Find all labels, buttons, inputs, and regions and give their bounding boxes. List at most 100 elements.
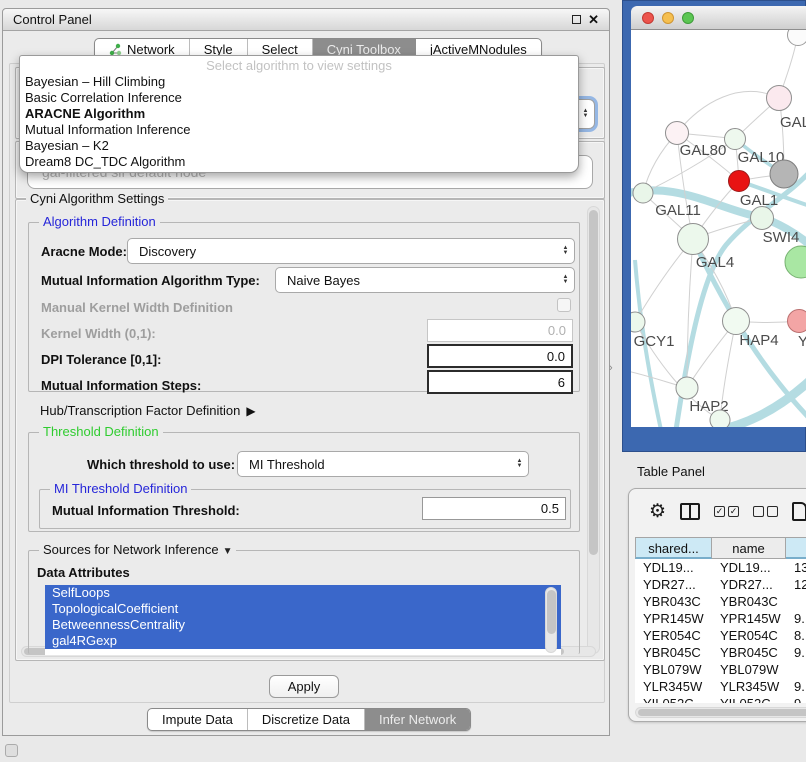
network-node[interactable]: [631, 312, 646, 333]
collapse-arrow-icon: ▼: [223, 546, 233, 557]
mi-algorithm-type-label: Mutual Information Algorithm Type:: [41, 273, 260, 288]
control-panel-window: Control Panel ✕ Network Style Select Cyn…: [2, 8, 610, 736]
tab-infer-network[interactable]: Infer Network: [365, 709, 470, 730]
tab-discretize-data[interactable]: Discretize Data: [248, 709, 365, 730]
table-row[interactable]: YDR27... YDR27... 12: [635, 576, 806, 593]
table-row[interactable]: YER054C YER054C 8.: [635, 627, 806, 644]
float-panel-icon[interactable]: [572, 15, 581, 24]
algorithm-popup-item[interactable]: Bayesian – Hill Climbing: [20, 74, 578, 90]
dpi-tolerance-field[interactable]: [427, 344, 573, 368]
algorithm-popup-item[interactable]: Mutual Information Inference: [20, 122, 578, 138]
network-window-titlebar[interactable]: [631, 6, 806, 30]
aracne-mode-label: Aracne Mode:: [41, 244, 127, 259]
column-layout-icon[interactable]: [680, 503, 700, 520]
mi-steps-label: Mutual Information Steps:: [41, 378, 201, 393]
select-all-icon[interactable]: ✓✓: [714, 506, 739, 517]
network-node[interactable]: [677, 223, 709, 255]
cyni-bottom-tabbar: Impute Data Discretize Data Infer Networ…: [147, 708, 471, 731]
apply-button[interactable]: Apply: [269, 675, 339, 698]
mi-steps-field[interactable]: [427, 370, 573, 394]
which-threshold-combobox[interactable]: MI Threshold ▲▼: [237, 451, 529, 477]
algorithm-definition-group: Algorithm Definition Aracne Mode: Discov…: [28, 222, 580, 392]
attributes-scrollbar[interactable]: [545, 587, 557, 653]
close-panel-icon[interactable]: ✕: [588, 13, 599, 26]
algorithm-popup-item[interactable]: Bayesian – K2: [20, 138, 578, 154]
kernel-width-field[interactable]: [427, 319, 573, 342]
mi-threshold-definition-group: MI Threshold Definition Mutual Informati…: [39, 489, 571, 529]
table-row[interactable]: YLR345W YLR345W 9.: [635, 678, 806, 695]
window-minimize-icon[interactable]: [662, 12, 674, 24]
mi-threshold-field[interactable]: [422, 497, 566, 520]
network-node[interactable]: [724, 128, 746, 150]
network-node[interactable]: [770, 160, 799, 189]
window-zoom-icon[interactable]: [682, 12, 694, 24]
kernel-width-label: Kernel Width (0,1):: [41, 326, 156, 341]
network-node[interactable]: [633, 183, 654, 204]
table-row[interactable]: YIL052C YIL052C 9: [635, 695, 806, 703]
table-header-row: shared... name A: [635, 537, 806, 559]
network-view-frame: GAL GAL80 GAL10 GAL1: [622, 0, 806, 452]
network-node[interactable]: [750, 206, 774, 230]
data-attributes-list[interactable]: SelfLoops TopologicalCoefficient Between…: [45, 585, 561, 655]
table-row[interactable]: YPR145W YPR145W 9.: [635, 610, 806, 627]
network-node-label: GCY1: [634, 333, 675, 350]
sources-title[interactable]: Sources for Network Inference▼: [39, 542, 236, 557]
stepper-icon: ▲▼: [557, 239, 574, 263]
docked-panel-icon[interactable]: [5, 744, 18, 757]
column-header-next[interactable]: A: [786, 537, 806, 559]
table-panel-window: ⚙ ✓✓ shared... name A YDL19... YDL19... …: [628, 488, 806, 722]
algorithm-popup: Select algorithm to view settings Bayesi…: [19, 55, 579, 173]
table-row[interactable]: YDL19... YDL19... 13: [635, 559, 806, 576]
table-horizontal-scrollbar[interactable]: [635, 707, 806, 718]
control-panel-titlebar: Control Panel ✕: [3, 9, 609, 31]
column-header-shared-name[interactable]: shared...: [635, 537, 712, 559]
table-row[interactable]: YBR043C YBR043C: [635, 593, 806, 610]
table-panel-title: Table Panel: [637, 464, 705, 479]
mi-algorithm-type-combobox[interactable]: Naive Bayes ▲▼: [275, 267, 575, 293]
algorithm-popup-placeholder: Select algorithm to view settings: [20, 57, 578, 74]
node-table: shared... name A YDL19... YDL19... 13 YD…: [635, 537, 806, 703]
network-node-label: Y: [798, 333, 806, 350]
threshold-definition-group: Threshold Definition Which threshold to …: [28, 432, 580, 532]
network-node[interactable]: [785, 246, 806, 279]
mi-threshold-label: Mutual Information Threshold:: [52, 503, 240, 518]
network-node[interactable]: [722, 307, 750, 335]
network-canvas[interactable]: GAL GAL80 GAL10 GAL1: [631, 30, 806, 427]
table-row[interactable]: YBL079W YBL079W: [635, 661, 806, 678]
tab-impute-data[interactable]: Impute Data: [148, 709, 248, 730]
threshold-definition-title: Threshold Definition: [39, 424, 163, 439]
data-attribute-item[interactable]: TopologicalCoefficient: [45, 601, 561, 617]
network-node-label: HAP4: [739, 332, 778, 349]
algorithm-popup-item[interactable]: Basic Correlation Inference: [20, 90, 578, 106]
table-body[interactable]: YDL19... YDL19... 13 YDR27... YDR27... 1…: [635, 559, 806, 703]
algorithm-popup-item[interactable]: ARACNE Algorithm: [20, 106, 578, 122]
deselect-all-icon[interactable]: [753, 506, 778, 517]
network-node[interactable]: [710, 410, 731, 428]
stepper-icon: ▲▼: [511, 452, 528, 476]
table-row[interactable]: YBR045C YBR045C 9.: [635, 644, 806, 661]
algorithm-popup-list: Bayesian – Hill Climbing Basic Correlati…: [20, 74, 578, 170]
data-attribute-item[interactable]: gal4RGexp: [45, 633, 561, 649]
cyni-algorithm-settings-group: Cyni Algorithm Settings Algorithm Defini…: [15, 199, 605, 661]
settings-vertical-scrollbar[interactable]: [587, 206, 600, 654]
network-node[interactable]: [787, 309, 806, 333]
data-attribute-item[interactable]: BetweennessCentrality: [45, 617, 561, 633]
export-table-icon[interactable]: [792, 502, 806, 521]
network-node[interactable]: [676, 377, 699, 400]
network-node[interactable]: [787, 30, 806, 46]
network-node[interactable]: [728, 170, 750, 192]
splitter-handle-icon[interactable]: ›: [609, 362, 613, 374]
which-threshold-label: Which threshold to use:: [87, 457, 235, 472]
gear-icon[interactable]: ⚙: [649, 500, 666, 523]
aracne-mode-combobox[interactable]: Discovery ▲▼: [127, 238, 575, 264]
algorithm-popup-item[interactable]: Dream8 DC_TDC Algorithm: [20, 154, 578, 170]
data-attribute-item[interactable]: SelfLoops: [45, 585, 561, 601]
manual-kernel-width-checkbox[interactable]: [557, 298, 571, 312]
hub-definition-toggle[interactable]: Hub/Transcription Factor Definition▶: [40, 403, 256, 418]
table-toolbar: ⚙ ✓✓: [629, 489, 806, 533]
network-node[interactable]: [766, 85, 792, 111]
control-panel-title: Control Panel: [13, 12, 92, 27]
column-header-name[interactable]: name: [712, 537, 786, 559]
window-close-icon[interactable]: [642, 12, 654, 24]
network-node-label: GAL4: [696, 254, 734, 271]
